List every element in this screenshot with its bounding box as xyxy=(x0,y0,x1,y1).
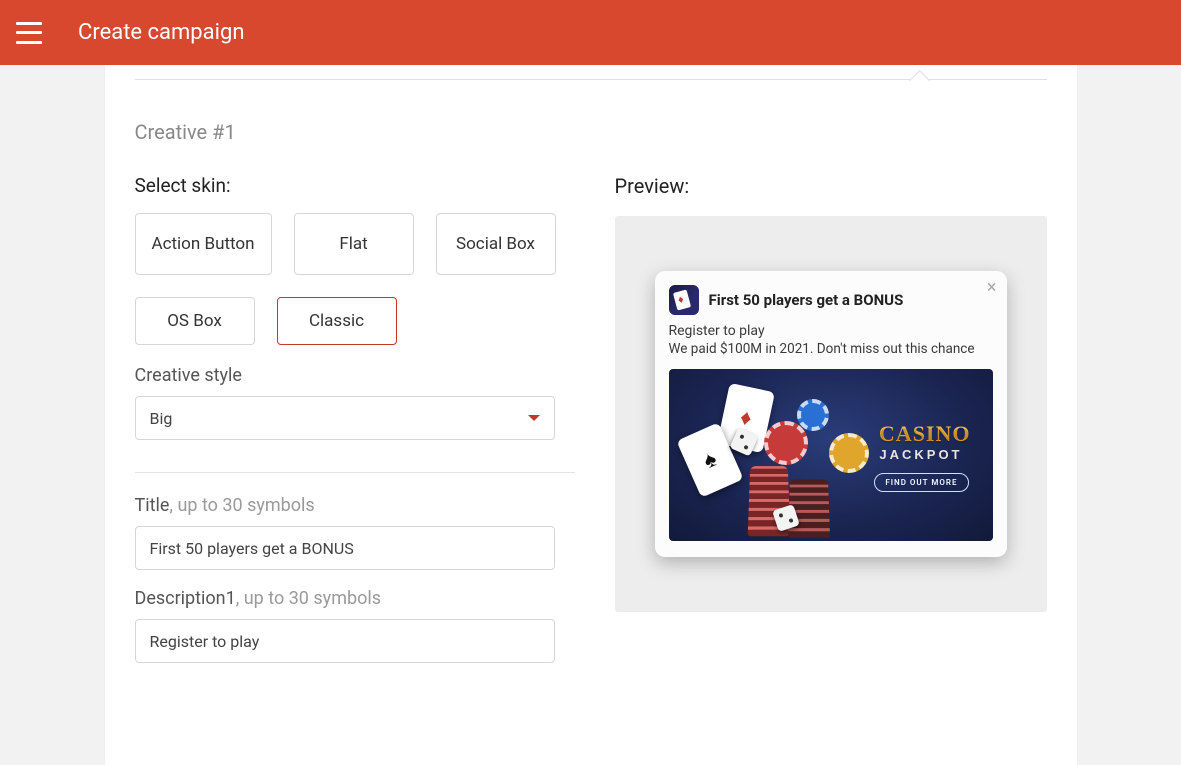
skin-option-os-box[interactable]: OS Box xyxy=(135,297,255,345)
preview-notif-title: First 50 players get a BONUS xyxy=(709,291,904,309)
preview-notification: × First 50 players get a BONUS Register … xyxy=(655,271,1007,557)
close-icon[interactable]: × xyxy=(987,279,997,297)
creative-style-select[interactable]: Big xyxy=(135,396,555,440)
creative-heading: Creative #1 xyxy=(135,120,1047,144)
page-title: Create campaign xyxy=(78,20,244,45)
chevron-down-icon xyxy=(528,415,540,421)
description1-input-value: Register to play xyxy=(150,632,260,651)
chip-icon xyxy=(829,433,869,473)
title-field-label: Title, up to 30 symbols xyxy=(135,495,575,516)
description1-input[interactable]: Register to play xyxy=(135,619,555,663)
skin-option-social-box[interactable]: Social Box xyxy=(436,213,556,275)
select-skin-label: Select skin: xyxy=(135,174,575,197)
preview-label: Preview: xyxy=(615,174,1047,198)
hamburger-menu-icon[interactable] xyxy=(16,22,42,44)
chip-icon xyxy=(764,421,808,465)
preview-banner: ♦ ♠ CASINO JACKPOT FIND OUT MORE xyxy=(669,369,993,541)
skin-option-classic[interactable]: Classic xyxy=(277,297,397,345)
top-bar: Create campaign xyxy=(0,0,1181,65)
title-input[interactable]: First 50 players get a BONUS xyxy=(135,526,555,570)
preview-area: × First 50 players get a BONUS Register … xyxy=(615,216,1047,612)
title-input-value: First 50 players get a BONUS xyxy=(150,539,354,558)
app-icon xyxy=(669,285,699,315)
chip-icon xyxy=(797,399,829,431)
field-divider xyxy=(135,472,575,473)
creative-card: Creative #1 Select skin: Action Button F… xyxy=(105,65,1077,765)
banner-title: CASINO xyxy=(879,421,971,447)
skin-options: Action Button Flat Social Box OS Box Cla… xyxy=(135,213,575,345)
preview-notif-desc1: Register to play xyxy=(669,323,993,339)
preview-notif-desc2: We paid $100M in 2021. Don't miss out th… xyxy=(669,341,993,357)
skin-option-flat[interactable]: Flat xyxy=(294,213,414,275)
skin-option-action-button[interactable]: Action Button xyxy=(135,213,272,275)
creative-style-label: Creative style xyxy=(135,365,575,386)
banner-subtitle: JACKPOT xyxy=(879,447,962,462)
creative-style-value: Big xyxy=(150,409,173,428)
banner-cta-button[interactable]: FIND OUT MORE xyxy=(874,473,968,492)
section-divider xyxy=(135,79,1047,80)
description1-field-label: Description1, up to 30 symbols xyxy=(135,588,575,609)
